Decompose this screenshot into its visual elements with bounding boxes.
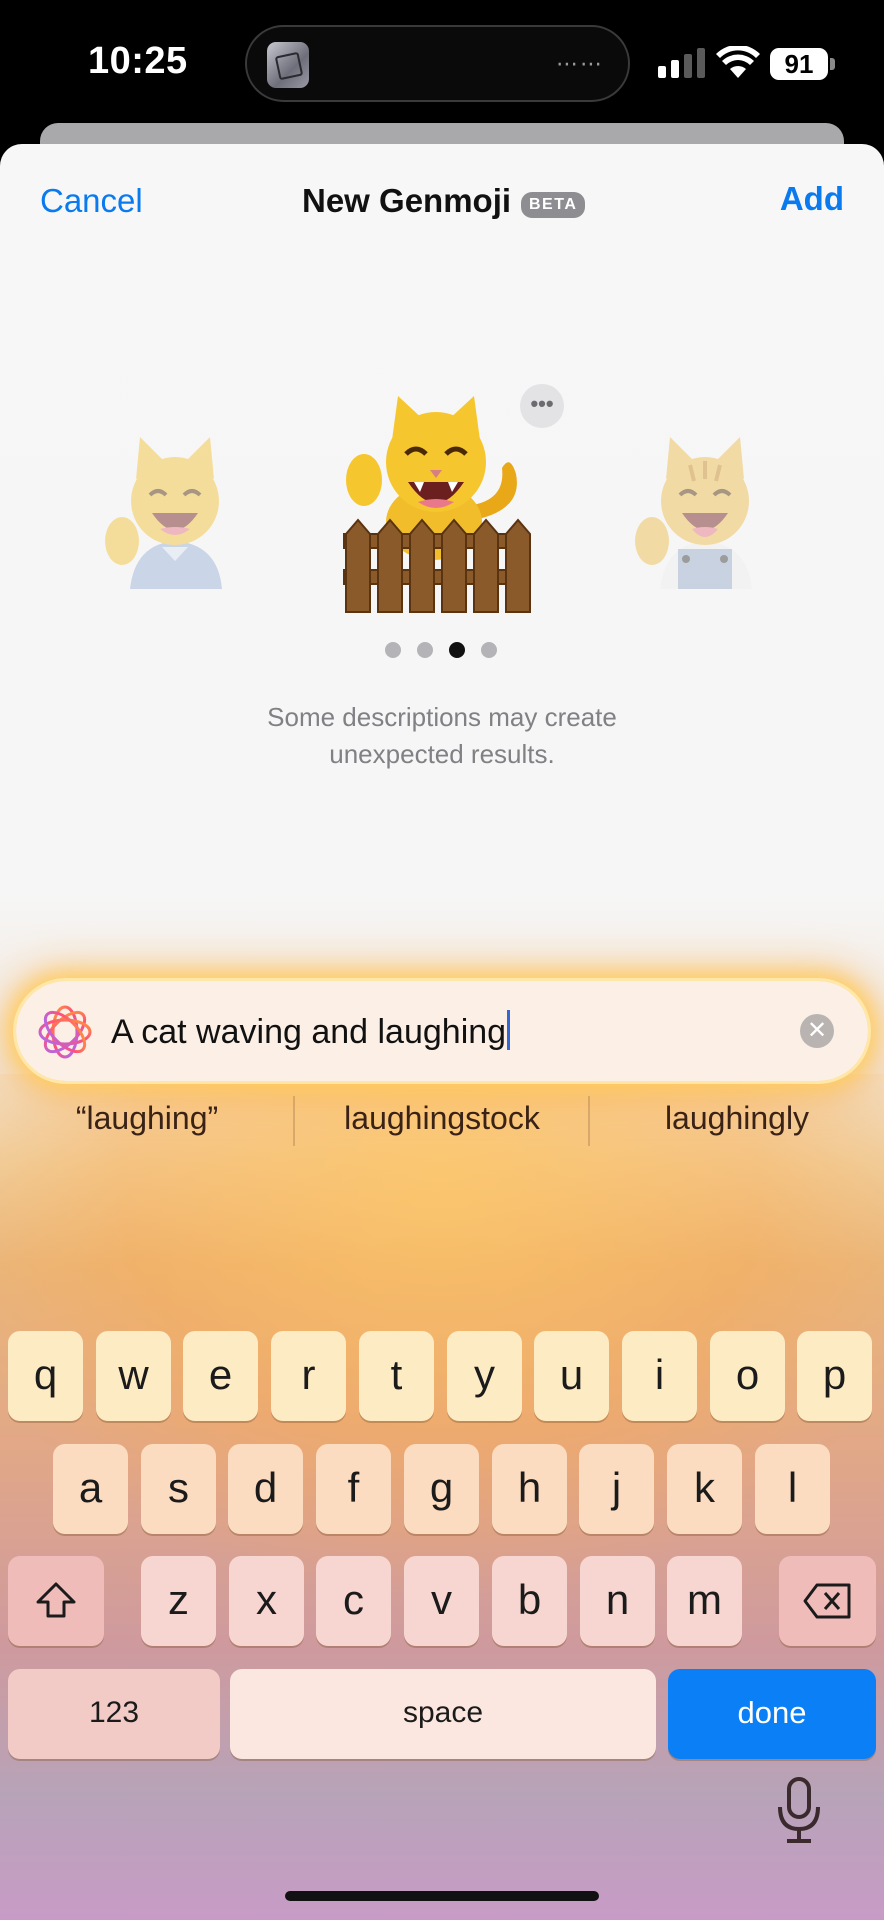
genmoji-prompt-field[interactable]: A cat waving and laughing ✕ bbox=[13, 978, 871, 1084]
page-dot[interactable] bbox=[385, 642, 401, 658]
hint-text: Some descriptions may create unexpected … bbox=[0, 699, 884, 773]
cellular-signal-icon bbox=[658, 46, 705, 78]
status-bar: 10:25 ⋯⋯ 91 bbox=[0, 0, 884, 140]
page-dot[interactable] bbox=[417, 642, 433, 658]
key-p[interactable]: p bbox=[797, 1331, 872, 1421]
wifi-icon bbox=[716, 46, 760, 78]
suggestion-3[interactable]: laughingly bbox=[590, 1100, 884, 1137]
delete-icon bbox=[803, 1583, 850, 1619]
text-caret bbox=[507, 1010, 511, 1050]
key-k[interactable]: k bbox=[667, 1444, 742, 1534]
predictive-bar: “laughing” laughingstock laughingly bbox=[0, 1090, 884, 1160]
key-t[interactable]: t bbox=[359, 1331, 434, 1421]
key-n[interactable]: n bbox=[580, 1556, 655, 1646]
more-options-button[interactable]: ••• bbox=[520, 384, 564, 428]
key-v[interactable]: v bbox=[404, 1556, 479, 1646]
key-l[interactable]: l bbox=[755, 1444, 830, 1534]
apple-intelligence-icon bbox=[38, 1005, 92, 1059]
status-time: 10:25 bbox=[88, 40, 188, 82]
key-s[interactable]: s bbox=[141, 1444, 216, 1534]
page-title: New Genmoji bbox=[302, 182, 512, 219]
key-a[interactable]: a bbox=[53, 1444, 128, 1534]
genmoji-option-next[interactable] bbox=[630, 429, 780, 589]
delete-key[interactable] bbox=[779, 1556, 876, 1646]
home-indicator[interactable] bbox=[285, 1891, 599, 1901]
page-dot-active[interactable] bbox=[449, 642, 465, 658]
hint-line-1: Some descriptions may create bbox=[267, 702, 617, 732]
key-q[interactable]: q bbox=[8, 1331, 83, 1421]
battery-icon bbox=[830, 58, 835, 70]
key-r[interactable]: r bbox=[271, 1331, 346, 1421]
space-key[interactable]: space bbox=[230, 1669, 656, 1759]
nav-bar: Cancel New Genmoji BETA Add bbox=[0, 144, 884, 264]
key-d[interactable]: d bbox=[228, 1444, 303, 1534]
suggestion-2[interactable]: laughingstock bbox=[295, 1100, 589, 1137]
key-m[interactable]: m bbox=[667, 1556, 742, 1646]
prompt-text: A cat waving and laughing bbox=[111, 1013, 507, 1051]
key-c[interactable]: c bbox=[316, 1556, 391, 1646]
page-dot[interactable] bbox=[481, 642, 497, 658]
shift-key[interactable] bbox=[8, 1556, 104, 1646]
clear-icon: ✕ bbox=[806, 1017, 828, 1044]
island-indicator-icon: ⋯⋯ bbox=[556, 51, 604, 76]
numbers-key[interactable]: 123 bbox=[8, 1669, 220, 1759]
cancel-button[interactable]: Cancel bbox=[40, 182, 143, 220]
live-activity-thumbnail-icon bbox=[267, 42, 309, 88]
key-f[interactable]: f bbox=[316, 1444, 391, 1534]
hint-line-2: unexpected results. bbox=[329, 739, 555, 769]
page-indicator[interactable] bbox=[385, 642, 497, 658]
clear-button[interactable]: ✕ bbox=[800, 1014, 834, 1048]
key-h[interactable]: h bbox=[492, 1444, 567, 1534]
key-u[interactable]: u bbox=[534, 1331, 609, 1421]
key-i[interactable]: i bbox=[622, 1331, 697, 1421]
microphone-icon[interactable] bbox=[774, 1775, 824, 1847]
suggestion-1[interactable]: “laughing” bbox=[0, 1100, 294, 1137]
key-j[interactable]: j bbox=[579, 1444, 654, 1534]
beta-badge: BETA bbox=[521, 192, 586, 218]
add-button[interactable]: Add bbox=[780, 180, 844, 218]
shift-icon bbox=[36, 1582, 76, 1618]
prompt-input[interactable]: A cat waving and laughing bbox=[111, 1010, 511, 1052]
key-b[interactable]: b bbox=[492, 1556, 567, 1646]
key-z[interactable]: z bbox=[141, 1556, 216, 1646]
battery-level: 91 bbox=[770, 48, 828, 80]
key-o[interactable]: o bbox=[710, 1331, 785, 1421]
genmoji-option-selected[interactable] bbox=[334, 394, 544, 614]
genmoji-option-previous[interactable] bbox=[100, 429, 250, 589]
dynamic-island[interactable]: ⋯⋯ bbox=[245, 25, 630, 102]
key-y[interactable]: y bbox=[447, 1331, 522, 1421]
key-g[interactable]: g bbox=[404, 1444, 479, 1534]
key-w[interactable]: w bbox=[96, 1331, 171, 1421]
key-e[interactable]: e bbox=[183, 1331, 258, 1421]
key-x[interactable]: x bbox=[229, 1556, 304, 1646]
done-key[interactable]: done bbox=[668, 1669, 876, 1759]
ellipsis-icon: ••• bbox=[530, 391, 554, 416]
